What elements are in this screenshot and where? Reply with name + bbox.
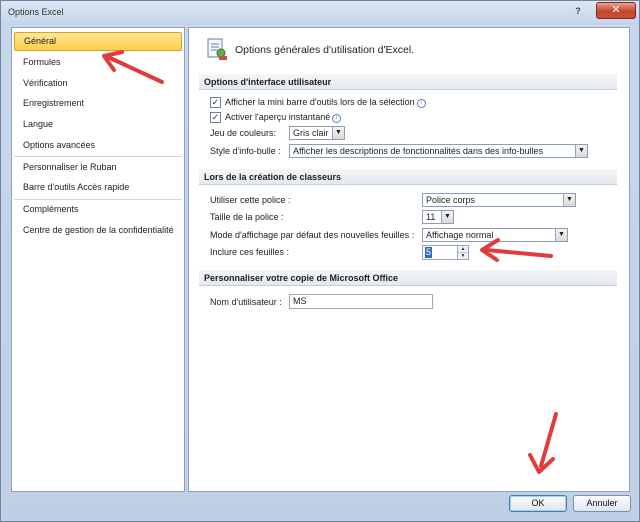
sidebar-nav: Général Formules Vérification Enregistre…	[11, 27, 185, 492]
sidebar-item-general[interactable]: Général	[14, 32, 182, 51]
options-dialog: Options Excel ? ✕ Général Formules Vérif…	[0, 0, 640, 522]
sidebar-item-formulas[interactable]: Formules	[14, 53, 182, 72]
color-scheme-select[interactable]: Gris clair ▼	[289, 126, 345, 140]
username-label: Nom d'utilisateur :	[210, 297, 282, 307]
sidebar-item-trust-center[interactable]: Centre de gestion de la confidentialité	[14, 221, 182, 240]
tooltip-style-value: Afficher les descriptions de fonctionnal…	[293, 146, 543, 156]
info-icon: i	[416, 99, 426, 108]
mini-toolbar-row: Afficher la mini barre d'outils lors de …	[225, 97, 426, 108]
font-size-label: Taille de la police :	[210, 212, 284, 222]
sidebar-item-save[interactable]: Enregistrement	[14, 94, 182, 113]
main-panel: Options générales d'utilisation d'Excel.…	[188, 27, 630, 492]
chevron-down-icon[interactable]: ▼	[332, 127, 344, 139]
close-button[interactable]: ✕	[596, 2, 636, 19]
default-view-select[interactable]: Affichage normal ▼	[422, 228, 568, 242]
chevron-down-icon[interactable]: ▼	[575, 145, 587, 157]
live-preview-row: Activer l'aperçu instantané i	[225, 112, 342, 123]
font-label: Utiliser cette police :	[210, 195, 291, 205]
sidebar-item-quick-access-toolbar[interactable]: Barre d'outils Accès rapide	[14, 178, 182, 197]
title-bar: Options Excel ? ✕	[1, 1, 639, 25]
window-title: Options Excel	[8, 7, 64, 17]
help-icon[interactable]: ?	[571, 5, 585, 18]
username-field[interactable]: MS	[289, 294, 433, 309]
chevron-down-icon[interactable]: ▼	[555, 229, 567, 241]
mini-toolbar-label: Afficher la mini barre d'outils lors de …	[225, 97, 415, 107]
section-new-workbooks: Lors de la création de classeurs	[199, 169, 617, 185]
color-scheme-value: Gris clair	[293, 128, 329, 138]
font-value: Police corps	[426, 195, 476, 205]
mini-toolbar-checkbox[interactable]: ✓	[210, 97, 221, 108]
section-ui-options: Options d'interface utilisateur	[199, 74, 617, 90]
sidebar-item-addins[interactable]: Compléments	[14, 200, 182, 219]
stepper-down-icon[interactable]: ▼	[458, 253, 468, 259]
cancel-button[interactable]: Annuler	[573, 495, 631, 512]
tooltip-style-select[interactable]: Afficher les descriptions de fonctionnal…	[289, 144, 588, 158]
section-personalize: Personnaliser votre copie de Microsoft O…	[199, 270, 617, 286]
sidebar-item-language[interactable]: Langue	[14, 115, 182, 134]
sheet-count-stepper[interactable]: 5 ▲ ▼	[422, 245, 469, 260]
default-view-value: Affichage normal	[426, 230, 494, 240]
sheet-count-label: Inclure ces feuilles :	[210, 247, 290, 257]
info-icon: i	[332, 114, 342, 123]
chevron-down-icon[interactable]: ▼	[563, 194, 575, 206]
sheet-count-value[interactable]: 5	[425, 247, 433, 258]
font-size-select[interactable]: 11 ▼	[422, 210, 454, 224]
sidebar-divider	[14, 156, 182, 157]
font-select[interactable]: Police corps ▼	[422, 193, 576, 207]
stepper-up-icon[interactable]: ▲	[458, 246, 468, 253]
sidebar-item-customize-ribbon[interactable]: Personnaliser le Ruban	[14, 158, 182, 177]
tooltip-style-label: Style d'info-bulle :	[210, 146, 281, 156]
default-view-label: Mode d'affichage par défaut des nouvelle…	[210, 230, 415, 240]
general-options-icon	[207, 38, 227, 60]
ok-button[interactable]: OK	[509, 495, 567, 512]
chevron-down-icon[interactable]: ▼	[441, 211, 453, 223]
live-preview-label: Activer l'aperçu instantané	[225, 112, 331, 122]
sidebar-item-advanced[interactable]: Options avancées	[14, 136, 182, 155]
page-title: Options générales d'utilisation d'Excel.	[235, 44, 415, 56]
font-size-value: 11	[426, 212, 436, 222]
stepper-buttons: ▲ ▼	[457, 246, 468, 259]
sidebar-item-proofing[interactable]: Vérification	[14, 74, 182, 93]
live-preview-checkbox[interactable]: ✓	[210, 112, 221, 123]
color-scheme-label: Jeu de couleurs:	[210, 128, 277, 138]
